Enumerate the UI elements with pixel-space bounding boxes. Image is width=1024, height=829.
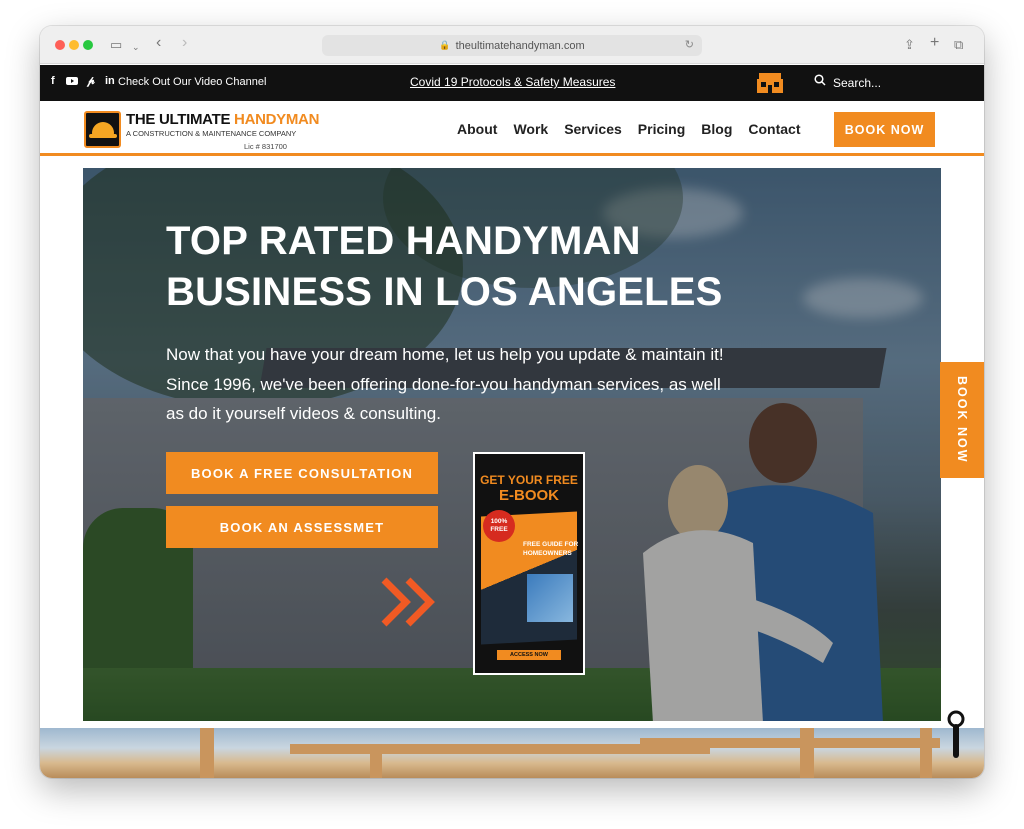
logo-title[interactable]: THE ULTIMATE HANDYMAN xyxy=(126,111,319,128)
tabs-overview-icon[interactable]: ⧉ xyxy=(954,37,963,53)
free-badge: 100% FREE xyxy=(483,510,515,542)
double-chevron-right-icon xyxy=(381,577,435,627)
share-icon[interactable]: ⇪ xyxy=(904,37,915,53)
hero-description: Now that you have your dream home, let u… xyxy=(166,345,724,423)
lock-icon: 🔒 xyxy=(439,40,451,50)
house-icon[interactable] xyxy=(756,72,784,94)
chevron-down-icon[interactable]: ⌄ xyxy=(132,39,140,55)
pinterest-icon[interactable]: 𝓅 xyxy=(87,75,95,88)
book-now-button[interactable]: BOOK NOW xyxy=(834,112,935,147)
construction-image xyxy=(40,728,984,778)
reload-icon[interactable]: ↻ xyxy=(685,38,694,51)
logo-subtitle: A CONSTRUCTION & MAINTENANCE COMPANY xyxy=(126,129,297,138)
covid-protocols-link[interactable]: Covid 19 Protocols & Safety Measures xyxy=(410,75,615,89)
close-window-button[interactable] xyxy=(55,40,65,50)
linkedin-icon[interactable]: in xyxy=(105,75,115,87)
sidebar-toggle-icon[interactable]: ▭ xyxy=(110,37,122,53)
url-text: theultimatehandyman.com xyxy=(455,39,585,52)
book-assessment-button[interactable]: BOOK AN ASSESSMET xyxy=(166,506,438,548)
top-bar: f 𝓅 in Check Out Our Video Channel Covid… xyxy=(40,65,984,101)
search-icon[interactable] xyxy=(814,74,826,89)
nav-pricing[interactable]: Pricing xyxy=(638,121,685,137)
nav-services[interactable]: Services xyxy=(564,121,622,137)
nav-blog[interactable]: Blog xyxy=(701,121,732,137)
nav-about[interactable]: About xyxy=(457,121,497,137)
ebook-banner[interactable]: GET YOUR FREE E-BOOK 100% FREE FREE GUID… xyxy=(473,452,585,675)
browser-toolbar: ▭ ⌄ ‹ › 🔒 theultimatehandyman.com ↻ ⇪ + … xyxy=(40,26,984,64)
browser-window: ▭ ⌄ ‹ › 🔒 theultimatehandyman.com ↻ ⇪ + … xyxy=(40,26,984,778)
youtube-icon[interactable] xyxy=(66,76,78,89)
facebook-icon[interactable]: f xyxy=(51,75,55,87)
minimize-window-button[interactable] xyxy=(69,40,79,50)
hard-hat-logo-icon[interactable] xyxy=(84,111,121,148)
ebook-heading: GET YOUR FREE E-BOOK xyxy=(480,473,578,504)
book-consultation-button[interactable]: BOOK A FREE CONSULTATION xyxy=(166,452,438,494)
license-number: Lic # 831700 xyxy=(244,142,287,151)
forward-icon[interactable]: › xyxy=(182,35,187,51)
nav-work[interactable]: Work xyxy=(513,121,548,137)
ebook-photo xyxy=(527,574,573,622)
ebook-access-button[interactable]: ACCESS NOW xyxy=(497,650,561,660)
maximize-window-button[interactable] xyxy=(83,40,93,50)
new-tab-icon[interactable]: + xyxy=(930,35,939,51)
site-header: THE ULTIMATE HANDYMAN A CONSTRUCTION & M… xyxy=(40,101,984,156)
search-input[interactable]: Search... xyxy=(833,76,881,90)
wrench-icon[interactable] xyxy=(945,710,967,762)
back-icon[interactable]: ‹ xyxy=(156,35,161,51)
address-bar[interactable]: 🔒 theultimatehandyman.com ↻ xyxy=(322,35,702,56)
ebook-guide-title: FREE GUIDE FOR HOMEOWNERS xyxy=(523,541,579,557)
hero-title: TOP RATED HANDYMAN BUSINESS IN LOS ANGEL… xyxy=(166,219,723,314)
side-book-now-tab[interactable]: BOOK NOW xyxy=(940,362,984,478)
video-channel-link[interactable]: Check Out Our Video Channel xyxy=(118,76,266,88)
main-nav: About Work Services Pricing Blog Contact xyxy=(457,121,801,137)
nav-contact[interactable]: Contact xyxy=(748,121,800,137)
hero-section: TOP RATED HANDYMAN BUSINESS IN LOS ANGEL… xyxy=(83,168,941,721)
